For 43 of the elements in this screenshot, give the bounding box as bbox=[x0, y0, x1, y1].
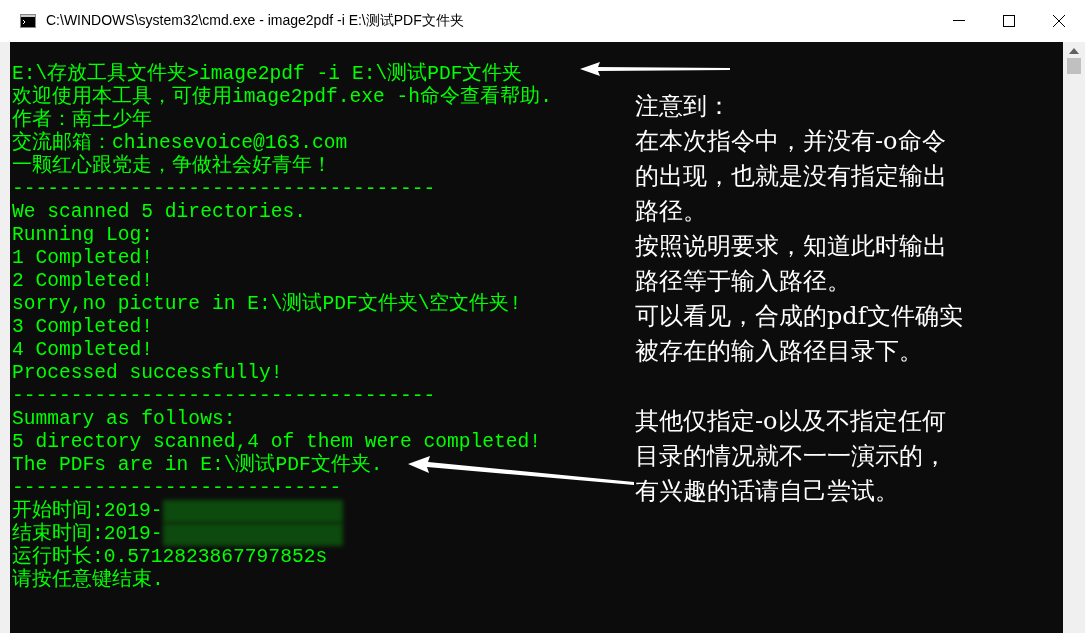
console-line: 5 directory scanned,4 of them were completed! bbox=[12, 431, 542, 453]
console-line: 4 Completed! bbox=[12, 339, 154, 362]
console-line: The PDFs are in E:\测试PDF文件夹. bbox=[12, 454, 383, 477]
annotation-text: 路径。 bbox=[635, 196, 708, 227]
annotation-text: 有兴趣的话请自己尝试。 bbox=[635, 476, 900, 507]
maximize-icon bbox=[1003, 15, 1015, 27]
window-title: C:\WINDOWS\system32\cmd.exe - image2pdf -i E:\测试PDF文件夹 bbox=[46, 12, 465, 30]
console-icon bbox=[20, 14, 36, 28]
annotation-text: 在本次指令中，并没有-o命令 bbox=[635, 126, 947, 157]
console-line: 交流邮箱：chinesevoice@163.com bbox=[12, 132, 348, 154]
scrollbar-thumb[interactable] bbox=[1067, 58, 1081, 74]
console-line: Summary as follows: bbox=[12, 408, 236, 431]
console-line: Running Log: bbox=[12, 224, 154, 247]
console-line: 2 Completed! bbox=[12, 270, 154, 293]
console-line: sorry,no picture in E:\测试PDF文件夹\空文件夹! bbox=[12, 293, 522, 316]
console-line: 3 Completed! bbox=[12, 316, 154, 339]
console-line: 1 Completed! bbox=[12, 247, 154, 270]
annotation-text: 的出现，也就是没有指定输出 bbox=[635, 161, 948, 192]
dashed-separator: ------------------------------------ bbox=[12, 178, 436, 201]
annotation-text: 可以看见，合成的pdf文件确实 bbox=[635, 301, 963, 332]
console-line: Processed successfully! bbox=[12, 362, 283, 385]
minimize-icon bbox=[953, 20, 965, 22]
arrow-icon bbox=[408, 456, 634, 486]
dashed-separator: ------------------------------------ bbox=[12, 385, 436, 408]
console-line: 一颗红心跟党走，争做社会好青年！ bbox=[12, 155, 332, 178]
scroll-up-icon[interactable] bbox=[1069, 48, 1079, 54]
annotation-text: 其他仅指定-o以及不指定任何 bbox=[635, 406, 947, 437]
console-line: 欢迎使用本工具，可使用image2pdf.exe -h命令查看帮助. bbox=[12, 86, 552, 108]
console-line: 作者：南土少年 bbox=[12, 109, 152, 131]
annotation-text: 按照说明要求，知道此时输出 bbox=[635, 231, 948, 262]
console-line: 结束时间:2019- bbox=[12, 523, 163, 545]
close-icon bbox=[1053, 15, 1065, 27]
console-line: We scanned 5 directories. bbox=[12, 201, 306, 224]
dashed-separator: ---------------------------- bbox=[12, 477, 342, 499]
annotation-text: 目录的情况就不一一演示的， bbox=[635, 441, 948, 472]
annotation-text: 被存在的输入路径目录下。 bbox=[635, 336, 924, 367]
annotation-text: 注意到： bbox=[635, 91, 732, 122]
console-line: 请按任意键结束. bbox=[12, 569, 164, 592]
annotation-text: 路径等于输入路径。 bbox=[635, 266, 852, 297]
console-line: 运行时长:0.5712823867797852s bbox=[12, 546, 328, 568]
console-line: 开始时间:2019- bbox=[12, 500, 163, 522]
arrow-icon bbox=[580, 62, 730, 76]
console-line: E:\存放工具文件夹>image2pdf -i E:\测试PDF文件夹 bbox=[12, 63, 523, 85]
